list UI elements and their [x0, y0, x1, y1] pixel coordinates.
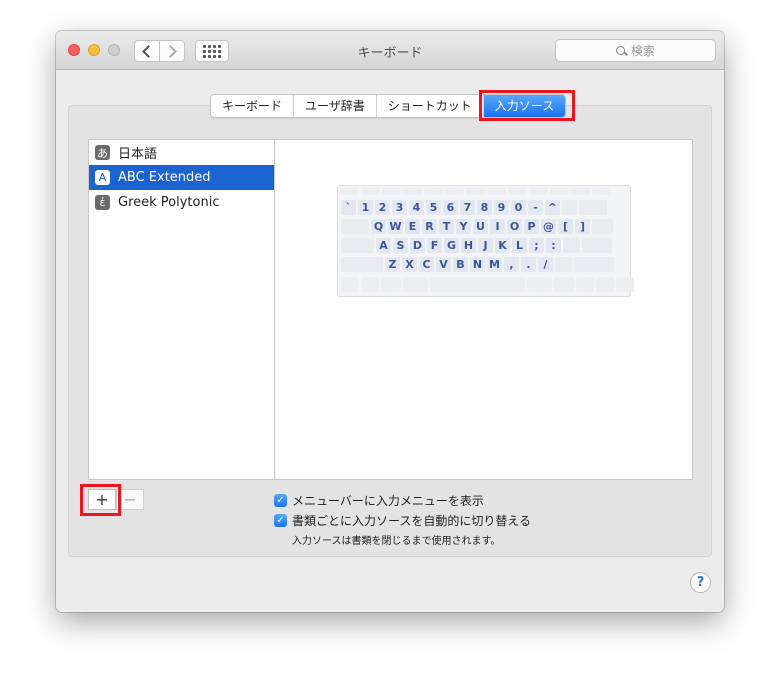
preferences-window: キーボード 検索 キーボード ユーザ辞書 ショートカット 入力ソース あ 日本語… [56, 31, 724, 612]
list-item-label: 日本語 [118, 147, 158, 162]
keyboard-layout-preview: ` 1 2 3 4 5 6 7 8 9 0- ^ Q W E R T Y U I O P @[] A S D F G H J K L;: … [337, 185, 634, 297]
highlight-box-tab [479, 90, 575, 121]
keycap: K [495, 238, 510, 253]
blank-key [563, 238, 580, 253]
key-row-numbers: ` 1 2 3 4 5 6 7 8 9 0- ^ [341, 200, 607, 215]
list-item-label: Greek Polytonic [118, 195, 220, 210]
blank-key [341, 219, 369, 234]
show-input-menu-label: メニューバーに入力メニューを表示 [292, 494, 484, 508]
keycap: - [528, 200, 543, 215]
keycap: [ [558, 219, 573, 234]
keycap: ] [575, 219, 590, 234]
search-placeholder: 検索 [630, 44, 655, 58]
keycap: 5 [426, 200, 441, 215]
key-row-asdf: A S D F G H J K L;: [341, 238, 612, 253]
keycap: I [490, 219, 505, 234]
keycap: ^ [545, 200, 560, 215]
keycap: X [402, 257, 417, 272]
keycap: 2 [375, 200, 390, 215]
keycap: Q [371, 219, 386, 234]
blank-key [579, 200, 607, 215]
keycap: , [504, 257, 519, 272]
keycap: T [439, 219, 454, 234]
list-item-greek-polytonic[interactable]: ἐ Greek Polytonic [89, 190, 274, 215]
title-bar: キーボード 検索 [56, 31, 724, 70]
keycap: / [538, 257, 553, 272]
keycap: 7 [460, 200, 475, 215]
tab-user-dictionary[interactable]: ユーザ辞書 [294, 95, 377, 117]
blank-key [562, 200, 577, 215]
blank-key [341, 238, 374, 253]
keycap: B [453, 257, 468, 272]
auto-switch-source-label: 書類ごとに入力ソースを自動的に切り替える [292, 514, 532, 528]
list-item-japanese[interactable]: あ 日本語 [89, 140, 274, 165]
keycap: P [524, 219, 539, 234]
show-input-menu-checkbox[interactable]: ✓ メニューバーに入力メニューを表示 [274, 492, 484, 509]
keycap: ` [341, 200, 356, 215]
keycap: 1 [358, 200, 373, 215]
keycap: U [473, 219, 488, 234]
keycap: O [507, 219, 522, 234]
checkmark-icon: ✓ [274, 514, 287, 527]
greek-epsilon-icon: ἐ [95, 195, 110, 210]
list-item-label: ABC Extended [118, 170, 211, 185]
keycap: S [393, 238, 408, 253]
keycap: Z [385, 257, 400, 272]
blank-key [555, 257, 572, 272]
tab-keyboard[interactable]: キーボード [211, 95, 295, 117]
auto-switch-source-checkbox[interactable]: ✓ 書類ごとに入力ソースを自動的に切り替える [274, 512, 531, 529]
blank-key [592, 219, 613, 234]
key-row-bottom [341, 277, 634, 292]
keycap: 6 [443, 200, 458, 215]
keycap: 9 [494, 200, 509, 215]
help-button[interactable]: ? [690, 572, 711, 593]
hiragana-a-icon: あ [95, 145, 110, 160]
function-key-row [340, 188, 611, 195]
input-source-list: あ 日本語 A ABC Extended ἐ Greek Polytonic [88, 139, 275, 480]
keycap: 3 [392, 200, 407, 215]
blank-key [574, 257, 614, 272]
keycap: 0 [511, 200, 526, 215]
keycap: 8 [477, 200, 492, 215]
keycap: V [436, 257, 451, 272]
checkmark-icon: ✓ [274, 494, 287, 507]
key-row-qwerty: Q W E R T Y U I O P @[] [341, 219, 613, 234]
keycap: @ [541, 219, 556, 234]
keycap: . [521, 257, 536, 272]
highlight-box-add-button [80, 484, 121, 516]
keycap: C [419, 257, 434, 272]
keycap: ; [529, 238, 544, 253]
auto-switch-note: 入力ソースは書類を閉じるまで使用されます。 [292, 536, 501, 547]
keycap: D [410, 238, 425, 253]
blank-key [582, 238, 612, 253]
latin-a-icon: A [95, 170, 110, 185]
blank-key [341, 257, 383, 272]
keycap: J [478, 238, 493, 253]
keycap: : [546, 238, 561, 253]
keycap: A [376, 238, 391, 253]
keycap: R [422, 219, 437, 234]
search-field[interactable]: 検索 [555, 39, 716, 62]
tab-shortcuts[interactable]: ショートカット [377, 95, 484, 117]
keycap: E [405, 219, 420, 234]
keycap: Y [456, 219, 471, 234]
search-icon [615, 45, 626, 56]
keycap: F [427, 238, 442, 253]
list-item-abc-extended[interactable]: A ABC Extended [89, 165, 274, 190]
key-row-zxcv: Z X C V B N M,. / [341, 257, 614, 272]
keycap: G [444, 238, 459, 253]
keycap: M [487, 257, 502, 272]
keycap: 4 [409, 200, 424, 215]
keycap: N [470, 257, 485, 272]
keycap: W [388, 219, 403, 234]
keyboard-preview-pane: ` 1 2 3 4 5 6 7 8 9 0- ^ Q W E R T Y U I O P @[] A S D F G H J K L;: … [274, 139, 693, 480]
keycap: L [512, 238, 527, 253]
keycap: H [461, 238, 476, 253]
